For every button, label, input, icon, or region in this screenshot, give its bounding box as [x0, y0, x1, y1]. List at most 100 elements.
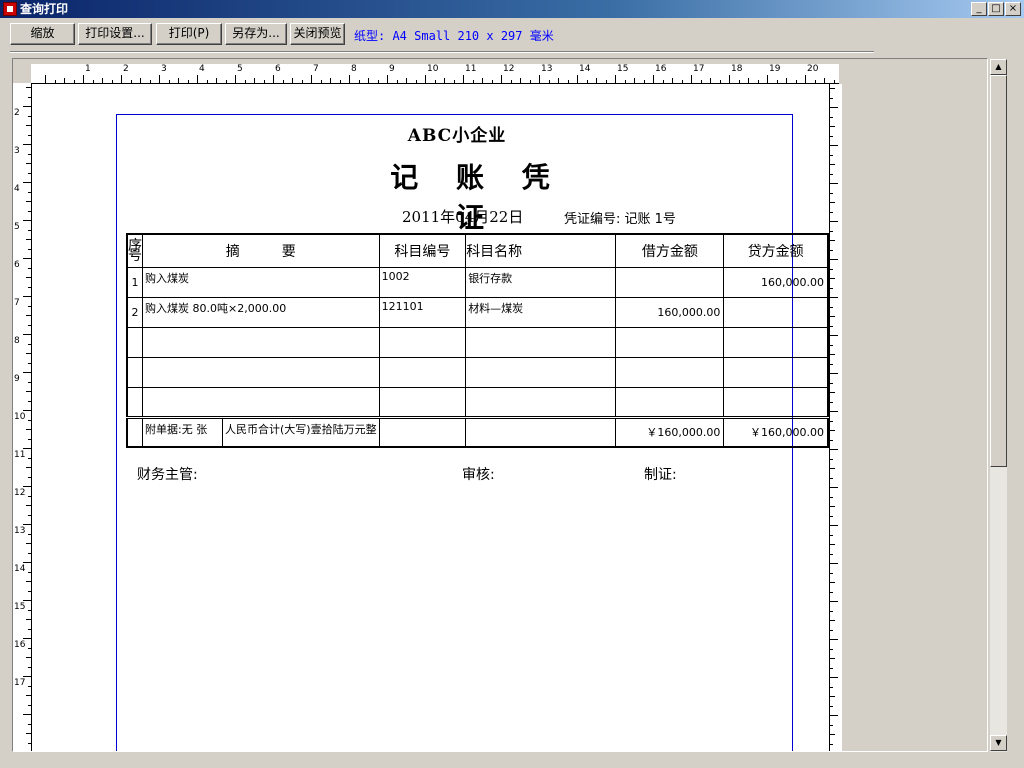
ruler-tick	[830, 515, 833, 517]
save-as-button[interactable]: 另存为...	[225, 23, 287, 45]
finance-manager-signature: 财务主管:	[137, 467, 198, 483]
reviewer-signature: 审核:	[462, 467, 495, 483]
ruler-label: 19	[769, 64, 781, 74]
ruler-tick	[482, 78, 483, 83]
zoom-button[interactable]: 缩放	[10, 23, 75, 45]
ruler-tick	[830, 563, 838, 564]
ruler-tick	[830, 572, 833, 574]
total-row: 附单据:无 张 人民币合计(大写)壹拾陆万元整 ￥160,000.00 ￥160…	[126, 415, 829, 448]
row-account-code	[378, 386, 467, 418]
print-setup-button[interactable]: 打印设置...	[78, 23, 152, 45]
voucher-number: 凭证编号: 记账 1号	[564, 212, 676, 227]
ruler-tick	[830, 477, 833, 479]
ruler-tick	[130, 80, 132, 83]
table-row	[126, 356, 829, 388]
scroll-down-button[interactable]: ▼	[990, 735, 1007, 751]
row-seq	[126, 356, 143, 388]
scroll-up-button[interactable]: ▲	[990, 59, 1007, 75]
ruler-tick	[406, 78, 407, 83]
ruler-label: 13	[541, 64, 553, 74]
ruler-tick	[830, 667, 833, 669]
ruler-label: 17	[14, 678, 26, 688]
ruler-tick	[28, 552, 31, 554]
ruler-tick	[263, 80, 265, 83]
ruler-tick	[168, 80, 170, 83]
ruler-tick	[830, 202, 835, 203]
ruler-tick	[28, 609, 31, 611]
scrollbar-thumb[interactable]	[990, 75, 1007, 467]
ruler-tick	[282, 80, 284, 83]
ruler-tick	[830, 154, 833, 156]
row-account-code: 121101	[378, 296, 467, 328]
ruler-tick	[830, 449, 838, 450]
row-debit	[615, 326, 725, 358]
ruler-tick	[23, 562, 31, 563]
ruler-tick	[23, 258, 31, 259]
table-row: 2 购入煤炭 80.0吨×2,000.00 121101 材料—煤炭 160,0…	[126, 296, 829, 328]
credit-total: ￥160,000.00	[723, 415, 829, 448]
ruler-label: 2	[14, 108, 20, 118]
toolbar-separator	[10, 51, 874, 53]
amount-in-words: 人民币合计(大写)壹拾陆万元整	[225, 422, 377, 436]
ruler-tick	[520, 78, 521, 83]
header-seq: 序号	[126, 233, 143, 268]
ruler-tick	[830, 164, 835, 165]
ruler-tick	[830, 620, 835, 621]
ruler-tick	[830, 544, 835, 545]
row-summary: 购入煤炭	[142, 266, 380, 298]
ruler-tick	[273, 75, 274, 83]
ruler-label: 18	[731, 64, 743, 74]
ruler-tick	[92, 80, 94, 83]
row-account-name	[465, 356, 617, 388]
ruler-tick	[28, 457, 31, 459]
ruler-tick	[830, 135, 833, 137]
ruler-tick	[529, 80, 531, 83]
row-account-code: 1002	[378, 266, 467, 298]
row-summary	[142, 386, 380, 418]
ruler-tick	[463, 75, 464, 83]
ruler-tick	[830, 658, 835, 659]
vertical-scrollbar[interactable]: ▲ ▼	[990, 59, 1007, 752]
ruler-tick	[830, 601, 838, 602]
row-summary: 购入煤炭 80.0吨×2,000.00	[142, 296, 380, 328]
row-summary	[142, 356, 380, 388]
close-button[interactable]: ×	[1005, 2, 1021, 16]
voucher-date: 2011年04月22日	[402, 208, 524, 226]
ruler-tick	[159, 75, 160, 83]
ruler-tick	[830, 287, 833, 289]
preview-viewport[interactable]: 1 2 3 4 5 6 7 8 9 10 11 12 13 14 15 16 17 18 19 20 23456789…	[12, 58, 988, 752]
ruler-label: 6	[275, 64, 281, 74]
ruler-tick	[830, 211, 833, 213]
ruler-tick	[28, 229, 31, 231]
horizontal-ruler: 1 2 3 4 5 6 7 8 9 10 11 12 13 14 15 16 17 18 19 20	[31, 64, 839, 84]
ruler-tick	[23, 486, 31, 487]
ruler-label: 10	[14, 412, 26, 422]
ruler-tick	[206, 80, 208, 83]
ruler-tick	[28, 381, 31, 383]
ruler-tick	[830, 392, 835, 393]
ruler-tick	[111, 80, 113, 83]
maximize-button[interactable]: □	[988, 2, 1004, 16]
table-row: 1 购入煤炭 1002 银行存款 160,000.00	[126, 266, 829, 298]
ruler-tick	[26, 391, 31, 392]
ruler-tick	[23, 182, 31, 183]
table-row	[126, 386, 829, 418]
ruler-tick	[26, 353, 31, 354]
print-button[interactable]: 打印(P)	[156, 23, 222, 45]
ruler-tick	[28, 362, 31, 364]
ruler-tick	[830, 116, 833, 118]
row-account-name: 银行存款	[465, 266, 617, 298]
ruler-tick	[28, 248, 31, 250]
ruler-tick	[26, 505, 31, 506]
close-preview-button[interactable]: 关闭预览	[290, 23, 345, 45]
ruler-tick	[28, 419, 31, 421]
ruler-tick	[567, 80, 569, 83]
row-credit	[723, 326, 829, 358]
row-credit: 160,000.00	[723, 266, 829, 298]
header-debit: 借方金额	[615, 233, 725, 268]
ruler-tick	[453, 80, 455, 83]
ruler-label: 5	[237, 64, 243, 74]
minimize-button[interactable]: _	[971, 2, 987, 16]
ruler-label: 16	[655, 64, 667, 74]
ruler-tick	[824, 78, 825, 83]
